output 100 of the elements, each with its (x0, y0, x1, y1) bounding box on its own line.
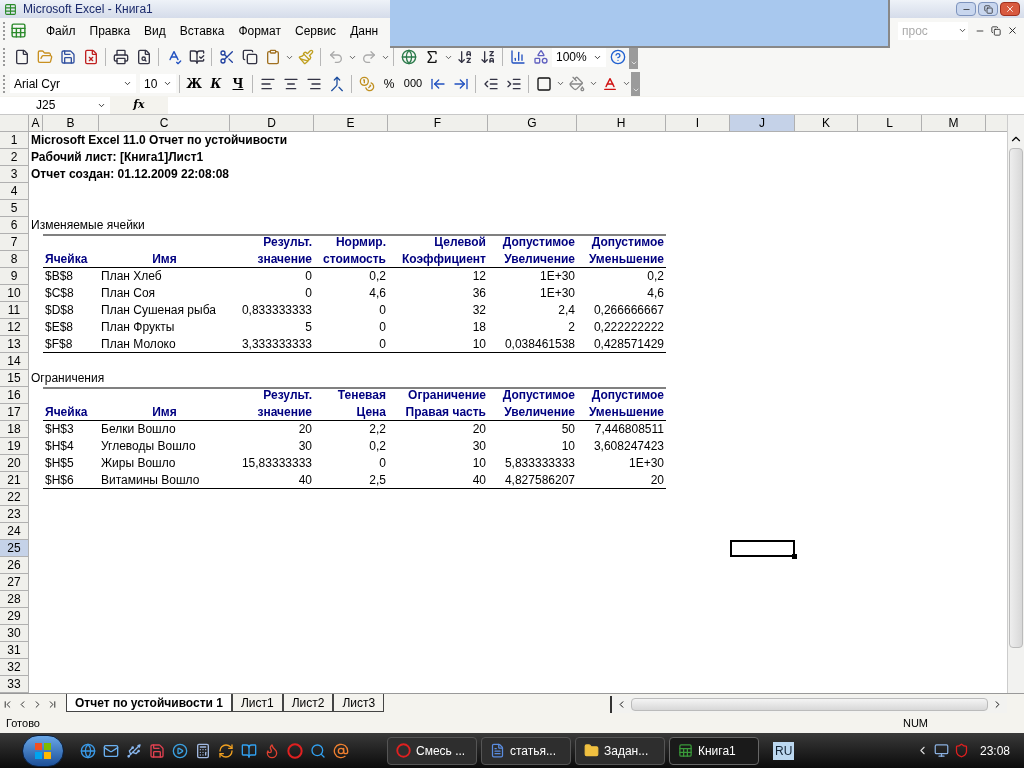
row-header[interactable]: 11 (0, 302, 29, 319)
ring-icon[interactable] (287, 742, 303, 759)
menu-item[interactable]: Формат (231, 20, 289, 41)
row-header[interactable]: 10 (0, 285, 29, 302)
search-icon[interactable] (310, 742, 326, 759)
sheet-tab[interactable]: Лист1 (231, 693, 283, 712)
mail-icon[interactable] (103, 742, 119, 759)
scroll-thumb[interactable] (631, 697, 988, 711)
row-header[interactable]: 3 (0, 166, 29, 183)
help-search-field[interactable]: прос (898, 21, 956, 40)
restore-icon[interactable] (983, 4, 993, 14)
row-header[interactable]: 7 (0, 234, 29, 251)
row-header[interactable]: 31 (0, 642, 29, 659)
toolbar-grip[interactable] (3, 74, 7, 93)
toolbar-grip[interactable] (3, 48, 7, 66)
network-icon[interactable] (933, 743, 949, 758)
column-header[interactable]: D (230, 115, 314, 132)
row-header[interactable]: 1 (0, 132, 29, 149)
column-header[interactable]: L (858, 115, 922, 132)
column-header[interactable]: A (29, 115, 43, 132)
row-header[interactable]: 20 (0, 455, 29, 472)
menu-item[interactable]: Данн (343, 20, 386, 41)
flame-icon[interactable] (264, 742, 280, 759)
row-header[interactable]: 15 (0, 370, 29, 387)
row-header[interactable]: 22 (0, 489, 29, 506)
name-box[interactable]: J25 (0, 96, 110, 114)
at-sign-icon[interactable] (333, 742, 349, 759)
row-header[interactable]: 16 (0, 387, 29, 404)
row-header[interactable]: 8 (0, 251, 29, 268)
taskbar-button[interactable]: Книга1 (669, 736, 759, 765)
sheet-tab[interactable]: Лист2 (282, 693, 334, 712)
thousands-button[interactable]: 000 (400, 73, 426, 94)
row-header[interactable]: 6 (0, 217, 29, 234)
bold-button[interactable]: Ж (183, 73, 205, 94)
vertical-scrollbar[interactable] (1007, 115, 1024, 693)
language-indicator[interactable]: RU (773, 741, 795, 760)
menu-item[interactable]: Вид (137, 20, 173, 41)
floppy-icon[interactable] (149, 742, 165, 759)
browser-icon[interactable] (80, 742, 96, 759)
row-header[interactable]: 28 (0, 591, 29, 608)
calculator-icon[interactable] (195, 742, 211, 759)
caret-icon[interactable] (163, 79, 172, 88)
column-header[interactable]: E (314, 115, 388, 132)
toolbar-grip[interactable] (3, 21, 7, 40)
restore-button[interactable] (978, 2, 998, 16)
taskbar-button[interactable]: статья... (481, 736, 571, 765)
row-header[interactable]: 21 (0, 472, 29, 489)
menu-item[interactable]: Вставка (172, 20, 232, 41)
row-header[interactable]: 29 (0, 608, 29, 625)
column-header[interactable]: G (488, 115, 577, 132)
sheet-tab[interactable]: Лист3 (333, 693, 385, 712)
row-header[interactable]: 9 (0, 268, 29, 285)
book-icon[interactable] (241, 742, 257, 759)
taskbar-button[interactable]: Смесь ... (387, 736, 477, 765)
caret-icon[interactable] (588, 79, 598, 88)
row-header[interactable]: 2 (0, 149, 29, 166)
help-dropdown-icon[interactable] (957, 26, 967, 35)
media-player-icon[interactable] (172, 742, 188, 759)
column-header[interactable]: C (99, 115, 230, 132)
start-button[interactable] (22, 734, 64, 767)
close-button[interactable] (1000, 2, 1020, 16)
italic-button[interactable]: К (205, 73, 227, 94)
underline-button[interactable]: Ч (227, 73, 249, 94)
column-header[interactable]: I (666, 115, 730, 132)
column-header[interactable]: F (388, 115, 488, 132)
caret-icon[interactable] (555, 79, 565, 88)
row-header[interactable]: 32 (0, 659, 29, 676)
toolbar-options-button[interactable] (631, 71, 640, 96)
column-header[interactable]: J (730, 115, 795, 132)
row-header[interactable]: 4 (0, 183, 29, 200)
scroll-thumb[interactable] (1009, 148, 1023, 648)
menu-item[interactable]: Сервис (288, 20, 344, 41)
cell-cursor[interactable] (730, 540, 795, 557)
column-header[interactable]: M (922, 115, 986, 132)
formula-field[interactable] (168, 96, 1024, 114)
column-header[interactable]: B (43, 115, 99, 132)
row-header[interactable]: 25 (0, 540, 29, 557)
insert-function-button[interactable]: fx (110, 96, 168, 114)
font-size-field[interactable]: 10 (140, 74, 176, 93)
shield-icon[interactable] (953, 743, 969, 758)
caret-icon[interactable] (123, 79, 132, 88)
column-header[interactable]: K (795, 115, 858, 132)
menu-item[interactable]: Файл (39, 20, 83, 41)
percent-button[interactable]: % (378, 73, 400, 94)
sync-icon[interactable] (218, 742, 234, 759)
font-field[interactable]: Arial Cyr (10, 74, 136, 93)
row-header[interactable]: 26 (0, 557, 29, 574)
row-header[interactable]: 5 (0, 200, 29, 217)
row-header[interactable]: 33 (0, 676, 29, 693)
taskbar-button[interactable]: Задан... (575, 736, 665, 765)
sheet-tab[interactable]: Отчет по устойчивости 1 (66, 693, 232, 712)
row-header[interactable]: 14 (0, 353, 29, 370)
row-header[interactable]: 23 (0, 506, 29, 523)
row-header[interactable]: 17 (0, 404, 29, 421)
column-header[interactable]: H (577, 115, 666, 132)
row-header[interactable]: 12 (0, 319, 29, 336)
row-header[interactable]: 24 (0, 523, 29, 540)
row-header[interactable]: 27 (0, 574, 29, 591)
row-header[interactable]: 19 (0, 438, 29, 455)
row-header[interactable]: 30 (0, 625, 29, 642)
